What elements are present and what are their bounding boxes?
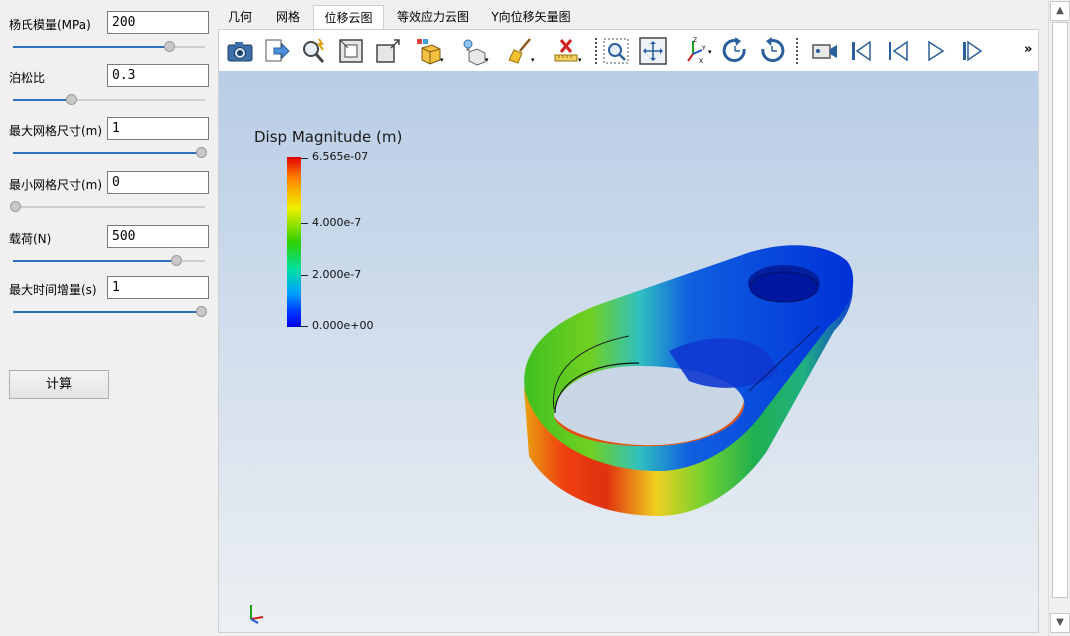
min-mesh-size-slider[interactable] [9,200,205,214]
legend-max-label: 6.565e-07 [312,150,369,163]
load-input[interactable]: 500 [107,225,209,248]
tab-y-displacement-vector[interactable]: Y向位移矢量图 [487,5,575,29]
next-frame-icon[interactable] [957,36,987,66]
min-mesh-size-label: 最小网格尺寸(m) [9,178,103,192]
legend-tick-label: 4.000e-7 [312,216,362,229]
max-mesh-size-label: 最大网格尺寸(m) [9,124,103,138]
youngs-modulus-label: 杨氏模量(MPa) [9,18,91,32]
camera-video-icon[interactable] [810,36,840,66]
play-icon[interactable] [920,36,950,66]
poisson-ratio-slider[interactable] [13,93,205,107]
legend-tick [301,275,308,276]
svg-text:▾: ▾ [531,56,535,64]
pan-move-icon[interactable] [638,36,668,66]
rotate-ccw-icon[interactable] [757,36,787,66]
slider-handle[interactable] [163,41,175,52]
poisson-ratio-input[interactable]: 0.3 [107,64,209,87]
orientation-axes-icon [250,605,264,624]
zoom-region-icon[interactable] [601,36,631,66]
cube-color-icon[interactable]: ▾ [414,36,444,66]
slider-handle[interactable] [171,255,183,266]
color-scale-bar [287,157,301,327]
svg-text:Y: Y [701,45,706,52]
svg-text:Z: Z [693,37,697,44]
legend-tick-label: 2.000e-7 [312,268,362,281]
scroll-down-icon[interactable]: ▼ [1050,613,1070,633]
max-time-increment-label: 最大时间增量(s) [9,283,97,297]
broom-icon[interactable]: ▾ [506,36,536,66]
legend-title: Disp Magnitude (m) [254,128,403,146]
max-mesh-size-slider[interactable] [13,146,208,160]
toolbar-overflow-button[interactable]: » [1024,42,1032,57]
load-slider[interactable] [13,254,205,268]
3d-viewport[interactable]: Disp Magnitude (m) 6.565e-07 4.000e-7 2.… [219,71,1038,632]
slider-handle[interactable] [9,201,21,212]
tab-equivalent-stress-contour[interactable]: 等效应力云图 [395,5,471,29]
slider-handle[interactable] [196,147,208,158]
scroll-up-icon[interactable]: ▲ [1050,1,1070,21]
parameter-panel: 杨氏模量(MPa) 200 泊松比 0.3 最大网格尺寸(m) 1 最小网格尺寸… [0,0,217,636]
scroll-track[interactable] [1052,22,1068,598]
light-cube-icon[interactable]: ▾ [459,36,489,66]
calculate-button[interactable]: 计算 [9,370,109,399]
rotate-cw-icon[interactable] [720,36,750,66]
camera-icon[interactable] [225,36,255,66]
legend-tick-label: 0.000e+00 [312,319,374,332]
youngs-modulus-input[interactable]: 200 [107,11,209,34]
tab-displacement-contour[interactable]: 位移云图 [313,5,384,29]
export-icon[interactable] [262,36,292,66]
legend-tick [301,223,308,224]
viewer-frame: ▾ ▾ ▾ ▾ Z Y X ▾ » Disp Magnitude (m) 6.5… [218,29,1039,633]
svg-text:▾: ▾ [440,56,444,64]
svg-text:▾: ▾ [578,56,582,64]
ruler-x-icon[interactable]: ▾ [552,36,582,66]
toolbar-separator [595,38,597,64]
first-frame-icon[interactable] [846,36,876,66]
toolbar-separator [796,38,798,64]
load-label: 载荷(N) [9,232,52,246]
max-time-increment-slider[interactable] [13,305,208,319]
max-mesh-size-input[interactable]: 1 [107,117,209,140]
youngs-modulus-slider[interactable] [13,40,205,54]
max-time-increment-input[interactable]: 1 [107,276,209,299]
slider-handle[interactable] [65,94,77,105]
previous-frame-icon[interactable] [883,36,913,66]
tab-geometry[interactable]: 几何 [225,5,255,29]
reset-view-icon[interactable] [336,36,366,66]
slider-handle[interactable] [196,306,208,317]
poisson-ratio-label: 泊松比 [9,71,46,85]
tab-mesh[interactable]: 网格 [273,5,303,29]
axes-orientation-icon[interactable]: Z Y X ▾ [683,36,713,66]
svg-text:X: X [699,58,703,65]
svg-text:▾: ▾ [708,48,712,56]
min-mesh-size-input[interactable]: 0 [107,171,209,194]
zoom-magic-icon[interactable] [299,36,329,66]
view-toolbar: ▾ ▾ ▾ ▾ Z Y X ▾ » [219,30,1038,71]
vertical-scrollbar[interactable]: ▲ ▼ [1048,0,1070,636]
svg-text:▾: ▾ [485,56,489,64]
legend-tick [301,158,308,159]
legend-tick [301,326,308,327]
fit-frame-icon[interactable] [373,36,403,66]
